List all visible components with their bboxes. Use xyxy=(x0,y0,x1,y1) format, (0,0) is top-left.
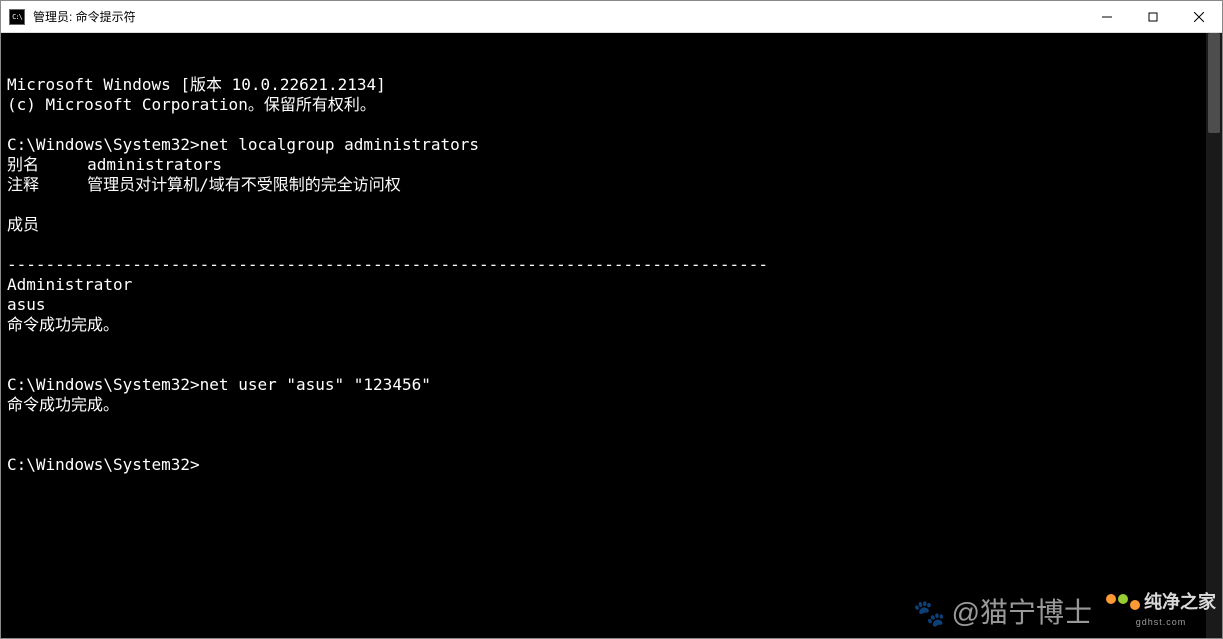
titlebar: C:\ 管理员: 命令提示符 xyxy=(1,1,1222,33)
close-button[interactable] xyxy=(1176,1,1222,32)
terminal-area[interactable]: Microsoft Windows [版本 10.0.22621.2134] (… xyxy=(1,33,1222,638)
window-title: 管理员: 命令提示符 xyxy=(33,8,136,25)
site-url: gdhst.com xyxy=(1136,612,1187,632)
terminal-output: Microsoft Windows [版本 10.0.22621.2134] (… xyxy=(7,75,1216,475)
window-controls xyxy=(1084,1,1222,32)
baidu-watermark-text: @猫宁博士 xyxy=(952,603,1092,623)
baidu-watermark: 🐾 @猫宁博士 xyxy=(913,603,1092,623)
site-name: 纯净之家 xyxy=(1144,592,1216,612)
paw-icon: 🐾 xyxy=(913,603,945,623)
titlebar-left: C:\ 管理员: 命令提示符 xyxy=(1,8,136,25)
scrollbar-thumb[interactable] xyxy=(1208,33,1220,133)
site-watermark: 纯净之家 gdhst.com xyxy=(1106,592,1216,632)
minimize-button[interactable] xyxy=(1084,1,1130,32)
scrollbar[interactable] xyxy=(1206,33,1222,638)
site-watermark-top: 纯净之家 xyxy=(1106,592,1216,612)
command-prompt-window: C:\ 管理员: 命令提示符 Microsoft Windows [版本 10.… xyxy=(0,0,1223,639)
maximize-button[interactable] xyxy=(1130,1,1176,32)
cmd-icon: C:\ xyxy=(9,9,25,25)
site-logo-icon xyxy=(1106,594,1140,610)
